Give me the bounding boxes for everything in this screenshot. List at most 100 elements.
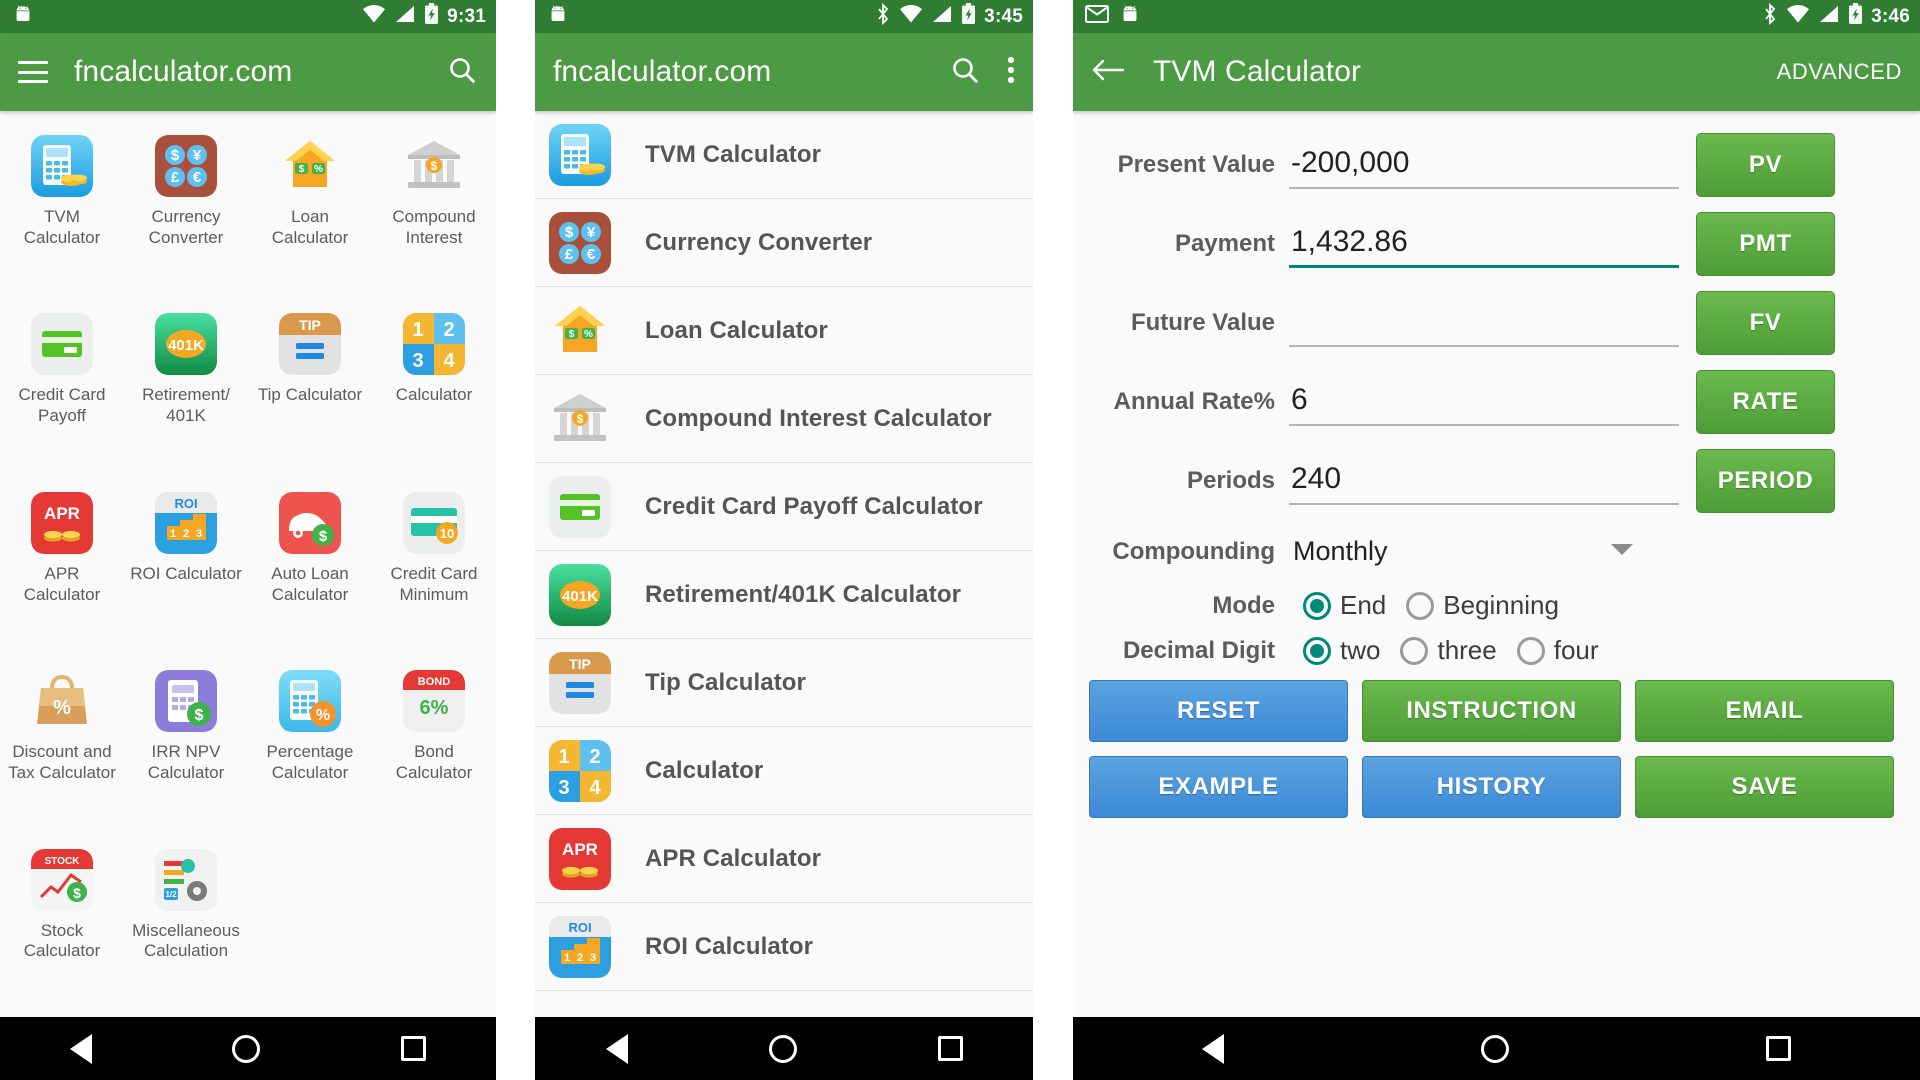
- grid-item[interactable]: APR APR Calculator: [0, 482, 124, 660]
- field-input[interactable]: [1289, 457, 1679, 505]
- calculator-icon: 1234: [549, 739, 611, 802]
- grid-item[interactable]: $ ¥ £ € Currency Converter: [124, 125, 248, 303]
- list-item-label: APR Calculator: [645, 844, 822, 872]
- list-item[interactable]: $ Compound Interest Calculator: [535, 375, 1033, 463]
- svg-text:2: 2: [577, 952, 583, 964]
- android-icon: [1119, 3, 1141, 30]
- nav-recents-icon[interactable]: [937, 1036, 963, 1061]
- svg-text:%: %: [316, 707, 330, 724]
- grid-item[interactable]: % Percentage Calculator: [248, 660, 372, 838]
- grid-item-label: Calculator: [395, 385, 473, 405]
- field-solve-button[interactable]: FV: [1696, 291, 1835, 355]
- hamburger-icon[interactable]: [18, 61, 48, 83]
- tvm-field-row: Annual Rate% RATE: [1089, 370, 1894, 434]
- panel-divider-1: [496, 0, 535, 1080]
- calculator-list: TVM Calculator $ ¥ £ € Currency Converter $% Lo…: [535, 111, 1033, 1017]
- field-solve-button[interactable]: PV: [1696, 133, 1835, 197]
- field-label: Payment: [1174, 230, 1275, 257]
- field-solve-button[interactable]: PMT: [1696, 212, 1835, 276]
- svg-text:£: £: [171, 169, 180, 186]
- list-item[interactable]: $% Loan Calculator: [535, 287, 1033, 375]
- field-input[interactable]: [1289, 299, 1679, 347]
- search-icon[interactable]: [446, 54, 478, 91]
- grid-item[interactable]: 1 2 3 4 Calculator: [372, 303, 496, 481]
- nav-bar-1: [0, 1017, 496, 1080]
- grid-item[interactable]: 1/2 Miscellaneous Calculation: [124, 839, 248, 1017]
- mode-row: Mode End Beginning: [1089, 590, 1894, 621]
- svg-text:TIP: TIP: [569, 656, 591, 672]
- svg-text:2: 2: [443, 319, 454, 341]
- bluetooth-icon: [875, 2, 891, 30]
- grid-item[interactable]: $ Compound Interest: [372, 125, 496, 303]
- grid-item[interactable]: ROI 1 2 3 ROI Calculator: [124, 482, 248, 660]
- grid-item[interactable]: Credit Card Payoff: [0, 303, 124, 481]
- nav-home-icon[interactable]: [1480, 1034, 1509, 1063]
- svg-text:€: €: [193, 169, 202, 186]
- radio-option[interactable]: Beginning: [1406, 590, 1559, 621]
- example-button[interactable]: EXAMPLE: [1089, 756, 1348, 818]
- list-item[interactable]: TIP Tip Calculator: [535, 639, 1033, 727]
- radio-option[interactable]: three: [1400, 635, 1497, 666]
- svg-text:10: 10: [440, 526, 454, 541]
- field-solve-button[interactable]: PERIOD: [1696, 449, 1835, 513]
- list-item-label: ROI Calculator: [645, 932, 814, 960]
- radio-option[interactable]: four: [1516, 635, 1599, 666]
- grid-item-label: APR Calculator: [23, 563, 101, 604]
- field-solve-button[interactable]: RATE: [1696, 370, 1835, 434]
- reset-button[interactable]: RESET: [1089, 680, 1348, 742]
- grid-item[interactable]: $% Loan Calculator: [248, 125, 372, 303]
- list-item[interactable]: ROI 1 2 3 ROI Calculator: [535, 903, 1033, 991]
- list-item[interactable]: TVM Calculator: [535, 111, 1033, 199]
- field-input[interactable]: [1289, 378, 1679, 426]
- svg-text:4: 4: [589, 777, 601, 799]
- grid-item[interactable]: $ Auto Loan Calculator: [248, 482, 372, 660]
- android-icon: [547, 3, 569, 30]
- svg-text:1: 1: [564, 952, 570, 964]
- nav-back-icon[interactable]: [605, 1033, 628, 1064]
- more-vert-icon[interactable]: [1007, 55, 1015, 90]
- list-item[interactable]: $ ¥ £ € Currency Converter: [535, 199, 1033, 287]
- svg-text:¥: ¥: [193, 147, 202, 164]
- nav-back-icon[interactable]: [1201, 1033, 1224, 1064]
- grid-item[interactable]: % Discount and Tax Calculator: [0, 660, 124, 838]
- save-button[interactable]: SAVE: [1635, 756, 1894, 818]
- list-item[interactable]: 401K Retirement/401K Calculator: [535, 551, 1033, 639]
- grid-item[interactable]: 401K Retirement/401K: [124, 303, 248, 481]
- history-button[interactable]: HISTORY: [1362, 756, 1621, 818]
- app-title: fncalculator.com: [553, 55, 772, 88]
- grid-item[interactable]: 10 Credit Card Minimum: [372, 482, 496, 660]
- discount-tax-icon: %: [31, 670, 93, 732]
- nav-back-icon[interactable]: [70, 1033, 93, 1064]
- nav-recents-icon[interactable]: [1766, 1036, 1792, 1061]
- grid-item[interactable]: TVM Calculator: [0, 125, 124, 303]
- email-button[interactable]: EMAIL: [1635, 680, 1894, 742]
- radio-option[interactable]: two: [1303, 635, 1380, 666]
- tvm-calculator-icon: [31, 135, 93, 197]
- advanced-action-button[interactable]: ADVANCED: [1777, 59, 1902, 85]
- instruction-button[interactable]: INSTRUCTION: [1362, 680, 1621, 742]
- field-input[interactable]: [1289, 141, 1679, 189]
- svg-text:401K: 401K: [562, 588, 598, 605]
- list-item[interactable]: 1 2 3 4 Calculator: [535, 727, 1033, 815]
- radio-option[interactable]: End: [1303, 590, 1386, 621]
- grid-item-label: Miscellaneous Calculation: [132, 920, 240, 961]
- grid-item[interactable]: STOCK $ Stock Calculator: [0, 839, 124, 1017]
- grid-item-label: Auto Loan Calculator: [271, 563, 349, 604]
- grid-item[interactable]: TIP Tip Calculator: [248, 303, 372, 481]
- irr-npv-icon: $: [155, 670, 217, 733]
- nav-home-icon[interactable]: [232, 1034, 261, 1063]
- field-label: Future Value: [1130, 309, 1275, 336]
- list-item[interactable]: Credit Card Payoff Calculator: [535, 463, 1033, 551]
- nav-home-icon[interactable]: [768, 1034, 797, 1063]
- nav-recents-icon[interactable]: [400, 1036, 426, 1061]
- grid-item[interactable]: $ IRR NPV Calculator: [124, 660, 248, 838]
- grid-item[interactable]: BOND 6% Bond Calculator: [372, 660, 496, 838]
- grid-item-label: Retirement/401K: [142, 385, 230, 426]
- grid-item-label: Currency Converter: [148, 207, 224, 247]
- mode-options: End Beginning: [1303, 590, 1559, 621]
- field-input[interactable]: [1289, 220, 1679, 268]
- compounding-select[interactable]: Monthly: [1289, 528, 1639, 575]
- arrow-back-icon[interactable]: [1091, 56, 1125, 89]
- search-icon[interactable]: [949, 54, 981, 91]
- list-item[interactable]: APR APR Calculator: [535, 815, 1033, 903]
